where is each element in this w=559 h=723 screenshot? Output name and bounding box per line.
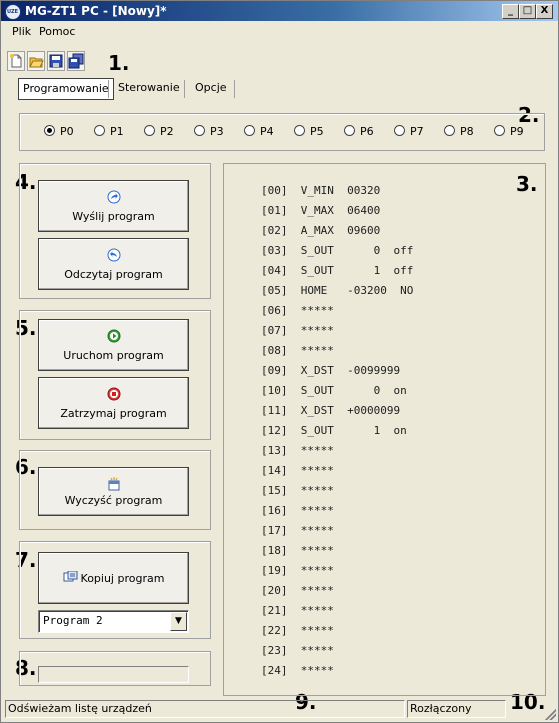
program-line[interactable]: [18] ***** [261,541,413,561]
read-program-label: Odczytaj program [64,268,163,281]
clear-program-label: Wyczyść program [64,494,163,507]
open-folder-icon[interactable] [27,51,45,71]
radio-dot [444,125,455,136]
copy-target-value: Program 2 [43,614,103,627]
window-title: MG-ZT1 PC - [Nowy]* [25,4,167,18]
app-icon: UZE [5,4,21,20]
maximize-button[interactable]: □ [519,4,536,19]
copy-program-button[interactable]: Kopiuj program [38,552,189,604]
clear-icon [108,477,119,491]
program-line[interactable]: [02] A_MAX 09600 [261,221,413,241]
resize-grip-icon[interactable] [545,709,556,720]
program-listing-panel: [00] V_MIN 00320 [01] V_MAX 06400 [02] A_M… [223,163,546,696]
radio-p0[interactable]: P0 [44,125,74,138]
radio-p2[interactable]: P2 [144,125,174,138]
program-line[interactable]: [23] ***** [261,641,413,661]
tab-separator [184,80,185,98]
radio-p7[interactable]: P7 [394,125,424,138]
radio-dot [194,125,205,136]
chevron-down-icon[interactable]: ▼ [170,612,187,631]
program-line[interactable]: [06] ***** [261,301,413,321]
radio-dot [344,125,355,136]
program-line[interactable]: [10] S_OUT 0 on [261,381,413,401]
program-line[interactable]: [07] ***** [261,321,413,341]
program-line[interactable]: [24] ***** [261,661,413,681]
save-all-icon[interactable] [67,51,85,71]
menu-bar: Plik Pomoc [1,22,558,40]
copy-icon [63,570,78,582]
menu-pomoc[interactable]: Pomoc [39,25,75,38]
progress-bar [38,666,189,683]
radio-dot [44,125,55,136]
radio-p8[interactable]: P8 [444,125,474,138]
program-line[interactable]: [21] ***** [261,601,413,621]
connection-status: Rozłączony [407,700,506,718]
program-line[interactable]: [15] ***** [261,481,413,501]
save-icon[interactable] [47,51,65,71]
program-line[interactable]: [19] ***** [261,561,413,581]
send-program-button[interactable]: Wyślij program [38,180,189,232]
radio-dot [244,125,255,136]
clear-program-button[interactable]: Wyczyść program [38,467,189,516]
copy-program-label: Kopiuj program [80,572,165,585]
run-program-button[interactable]: Uruchom program [38,319,189,371]
send-program-label: Wyślij program [72,210,155,223]
tab-sterowanie[interactable]: Sterowanie [114,78,184,98]
program-line[interactable]: [03] S_OUT 0 off [261,241,413,261]
program-line[interactable]: [08] ***** [261,341,413,361]
program-line[interactable]: [00] V_MIN 00320 [261,181,413,201]
stop-icon [107,387,120,401]
radio-dot [394,125,405,136]
program-line[interactable]: [05] HOME -03200 NO [261,281,413,301]
program-line[interactable]: [11] X_DST +0000099 [261,401,413,421]
radio-dot [494,125,505,136]
copy-target-dropdown[interactable]: Program 2 ▼ [38,610,189,633]
program-line[interactable]: [14] ***** [261,461,413,481]
status-message: Odświeżam listę urządzeń [5,700,405,718]
program-line[interactable]: [20] ***** [261,581,413,601]
minimize-button[interactable]: _ [502,4,519,19]
program-line[interactable]: [16] ***** [261,501,413,521]
radio-p3[interactable]: P3 [194,125,224,138]
play-icon [107,329,120,343]
read-icon [107,248,120,262]
radio-dot [94,125,105,136]
radio-p9[interactable]: P9 [494,125,524,138]
tab-separator [234,80,235,98]
program-line[interactable]: [04] S_OUT 1 off [261,261,413,281]
new-file-icon[interactable] [7,51,25,71]
run-program-label: Uruchom program [63,349,164,362]
program-line[interactable]: [22] ***** [261,621,413,641]
program-listing: [00] V_MIN 00320 [01] V_MAX 06400 [02] A_M… [261,181,413,681]
program-line[interactable]: [12] S_OUT 1 on [261,421,413,441]
tab-opcje[interactable]: Opcje [191,78,231,98]
stop-program-label: Zatrzymaj program [60,407,167,420]
radio-p4[interactable]: P4 [244,125,274,138]
stop-program-button[interactable]: Zatrzymaj program [38,377,189,429]
radio-dot [144,125,155,136]
tab-programowanie[interactable]: Programowanie [18,78,114,100]
send-icon [107,190,120,204]
program-line[interactable]: [17] ***** [261,521,413,541]
status-bar: Odświeżam listę urządzeń Rozłączony [1,697,558,722]
close-button[interactable]: X [536,4,553,19]
main-window: UZE MG-ZT1 PC - [Nowy]* _ □ X Plik Pomoc… [0,0,559,723]
program-line[interactable]: [01] V_MAX 06400 [261,201,413,221]
radio-p1[interactable]: P1 [94,125,124,138]
program-line[interactable]: [09] X_DST -0099999 [261,361,413,381]
marker-1: 1. [108,51,130,75]
read-program-button[interactable]: Odczytaj program [38,238,189,290]
radio-dot [294,125,305,136]
menu-plik[interactable]: Plik [12,25,31,38]
tab-separator [108,80,109,98]
radio-p6[interactable]: P6 [344,125,374,138]
title-bar[interactable]: UZE MG-ZT1 PC - [Nowy]* _ □ X [1,1,558,21]
program-line[interactable]: [13] ***** [261,441,413,461]
radio-p5[interactable]: P5 [294,125,324,138]
